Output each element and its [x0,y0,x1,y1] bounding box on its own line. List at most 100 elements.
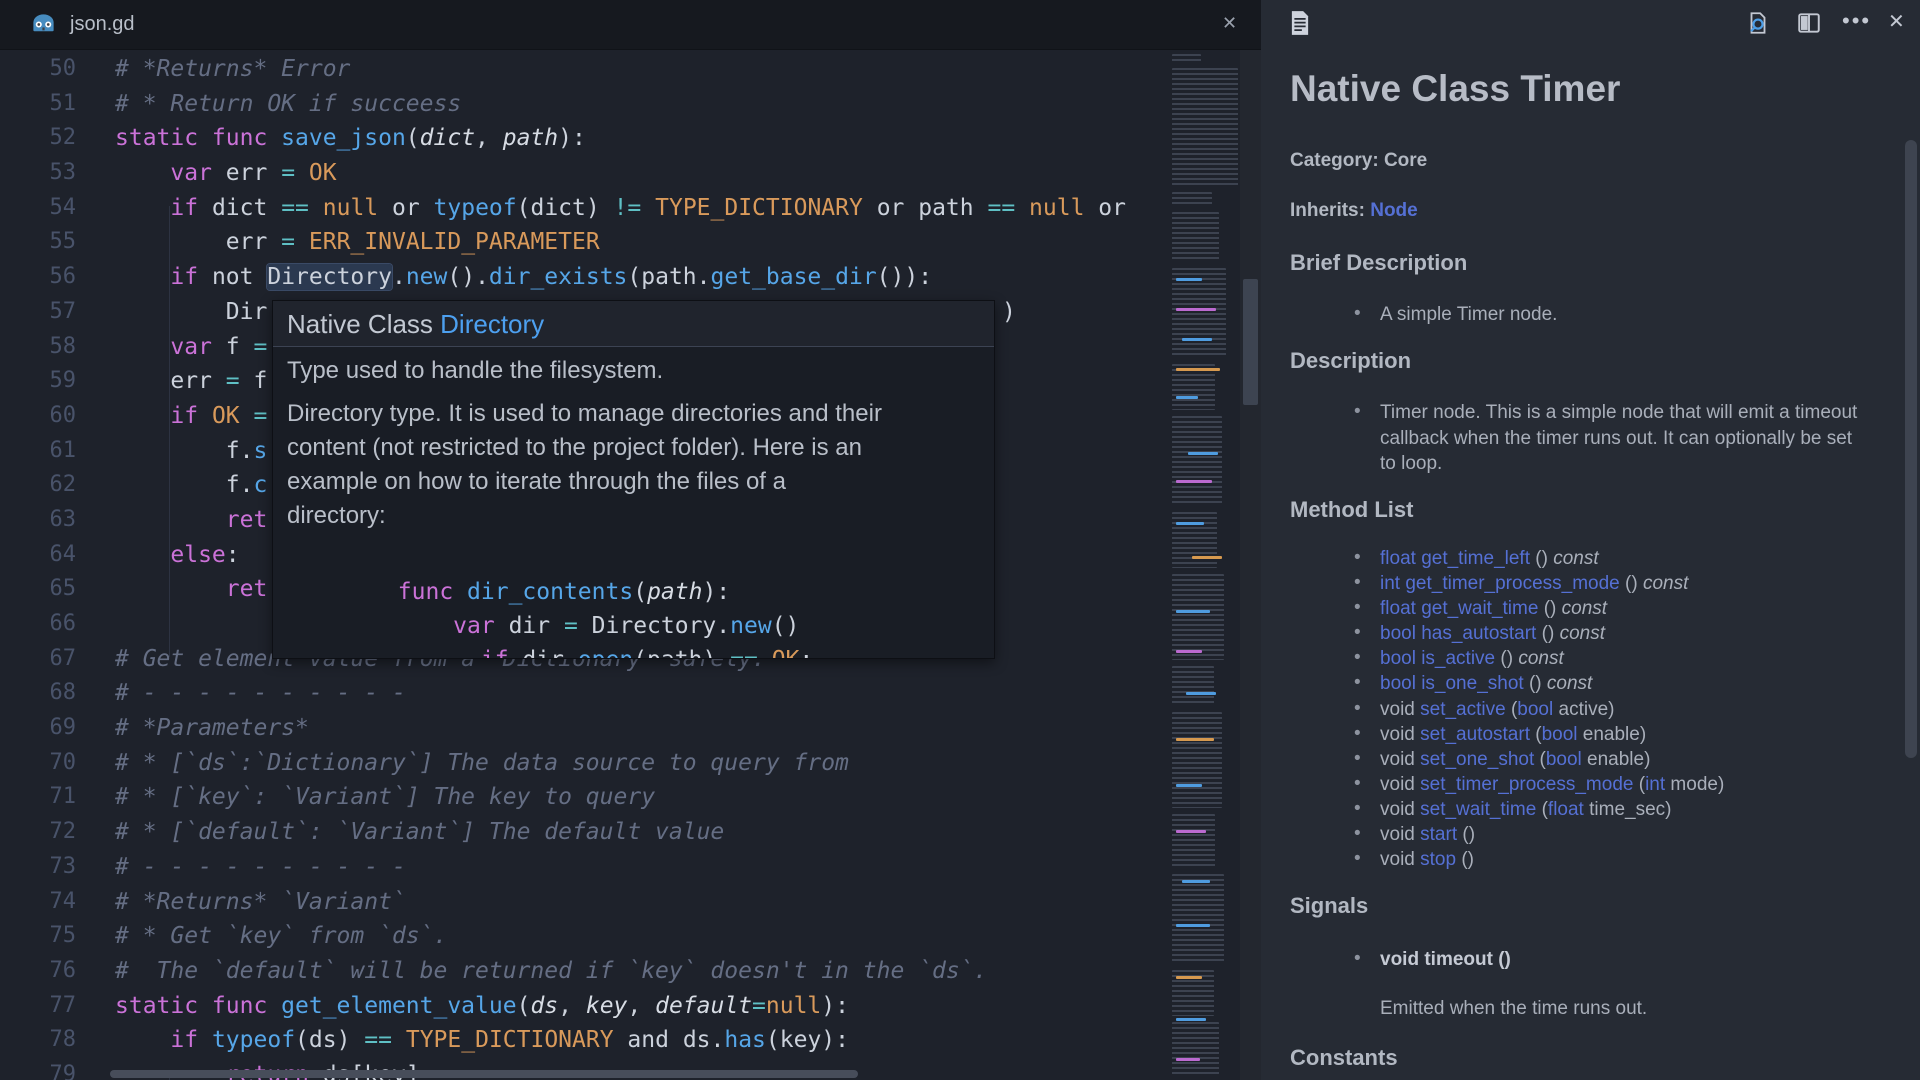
line-number: 75 [0,919,76,954]
godot-icon [30,11,57,38]
constants-heading: Constants [1290,1045,1398,1071]
doc-link[interactable]: float get_time_left [1380,548,1530,569]
panel-scrollbar[interactable] [1904,0,1918,1080]
line-number: 55 [0,225,76,260]
doc-link[interactable]: set_one_shot [1420,749,1534,770]
brief-description-heading: Brief Description [1290,250,1467,276]
editor-horizontal-scrollbar[interactable] [110,1070,858,1078]
line-number: 73 [0,850,76,885]
method-list-item: •void set_wait_time (float time_sec) [1354,797,1724,822]
method-list-item: •int get_timer_process_mode () const [1354,571,1724,596]
vertical-scrollbar-thumb[interactable] [1243,279,1258,405]
split-view-icon[interactable] [1796,10,1822,36]
bullet-icon: • [1354,595,1361,620]
doc-link[interactable]: float get_wait_time [1380,598,1538,619]
code-line[interactable]: 71# * [`key`: `Variant`] The key to quer… [0,780,1168,815]
line-number: 74 [0,885,76,920]
method-list-item: •float get_wait_time () const [1354,596,1724,621]
signal-description: Emitted when the time runs out. [1380,998,1647,1020]
tooltip-code-line: if dir.open(path) == OK: [287,643,813,659]
doc-link[interactable]: set_timer_process_mode [1420,774,1633,795]
doc-category: Category: Core [1290,150,1427,172]
editor-vertical-scrollbar[interactable] [1240,50,1261,1080]
doc-link[interactable]: set_active [1420,699,1506,720]
code-line[interactable]: 68# - - - - - - - - - - [0,676,1168,711]
doc-link[interactable]: int [1645,774,1665,795]
bullet-icon: • [1354,846,1361,871]
line-number: 60 [0,399,76,434]
search-in-docs-icon[interactable] [1745,10,1771,36]
more-options-icon[interactable]: ••• [1842,8,1871,34]
hover-tooltip-directory: Native Class Directory Type used to hand… [272,300,995,659]
line-number: 53 [0,156,76,191]
tab-close-icon[interactable]: ✕ [1222,13,1237,34]
tooltip-title: Native Class Directory [273,301,994,347]
line-number: 76 [0,954,76,989]
code-line[interactable]: 78 if typeof(ds) == TYPE_DICTIONARY and … [0,1023,1168,1058]
method-list: •float get_time_left () const•int get_ti… [1354,546,1724,872]
line-number: 62 [0,468,76,503]
doc-link[interactable]: set_wait_time [1420,799,1536,820]
code-line[interactable]: 72# * [`default`: `Variant`] The default… [0,815,1168,850]
doc-link[interactable]: bool has_autostart [1380,623,1536,644]
directory-class-link[interactable]: Directory [440,309,544,339]
text-line: directory: [287,499,882,533]
code-line[interactable]: 75# * Get `key` from `ds`. [0,919,1168,954]
line-number: 61 [0,434,76,469]
doc-link[interactable]: float [1548,799,1584,820]
bullet-icon: • [1354,399,1361,425]
code-line[interactable]: 74# *Returns* `Variant` [0,885,1168,920]
code-line[interactable]: 69# *Parameters* [0,711,1168,746]
bullet-icon: • [1354,721,1361,746]
bullet-icon: • [1354,570,1361,595]
code-line[interactable]: 53 var err = OK [0,156,1168,191]
description-item: • Timer node. This is a simple node that… [1354,400,1857,477]
doc-link[interactable]: bool [1542,724,1578,745]
doc-link[interactable]: start [1420,824,1457,845]
editor-tab-bar: json.gd ✕ [0,0,1261,50]
code-line[interactable]: 50# *Returns* Error [0,52,1168,87]
code-line[interactable]: 70# * [`ds`:`Dictionary`] The data sourc… [0,746,1168,781]
bullet-icon: • [1354,301,1361,327]
line-number: 79 [0,1058,76,1080]
bullet-icon: • [1354,746,1361,771]
brief-item: • A simple Timer node. [1354,302,1557,328]
doc-title: Native Class Timer [1290,68,1620,110]
godot-script-editor-window: json.gd ✕ 50# *Returns* Error51# * Retur… [0,0,1920,1080]
panel-close-icon[interactable]: ✕ [1888,9,1905,35]
code-line[interactable]: 76# The `default` will be returned if `k… [0,954,1168,989]
inherits-node-link[interactable]: Node [1370,200,1418,221]
doc-link[interactable]: bool [1546,749,1582,770]
code-line[interactable]: 55 err = ERR_INVALID_PARAMETER [0,225,1168,260]
code-line[interactable]: 52static func save_json(dict, path): [0,121,1168,156]
text-line: callback when the timer runs out. It can… [1380,426,1857,452]
code-line[interactable]: 54 if dict == null or typeof(dict) != TY… [0,191,1168,226]
tab-json-gd[interactable]: json.gd [30,0,135,49]
line-number: 68 [0,676,76,711]
doc-link[interactable]: stop [1420,849,1456,870]
bullet-icon: • [1354,821,1361,846]
line-number: 65 [0,572,76,607]
bullet-icon: • [1354,696,1361,721]
line-number: 70 [0,746,76,781]
minimap[interactable] [1168,50,1240,1080]
bullet-icon: • [1354,946,1361,972]
bullet-icon: • [1354,670,1361,695]
code-line[interactable]: 56 if not Directory.new().dir_exists(pat… [0,260,1168,295]
text-line: Timer node. This is a simple node that w… [1380,400,1857,426]
method-list-heading: Method List [1290,497,1413,523]
code-line[interactable]: 77static func get_element_value(ds, key,… [0,989,1168,1024]
panel-scrollbar-thumb[interactable] [1905,140,1917,758]
code-line[interactable]: 73# - - - - - - - - - - [0,850,1168,885]
line-number: 63 [0,503,76,538]
document-icon [1290,10,1310,36]
line-number: 71 [0,780,76,815]
doc-link[interactable]: bool is_one_shot [1380,673,1524,694]
doc-link[interactable]: int get_timer_process_mode [1380,573,1620,594]
doc-link[interactable]: set_autostart [1420,724,1530,745]
bullet-icon: • [1354,771,1361,796]
code-line[interactable]: 51# * Return OK if succeess [0,87,1168,122]
method-list-item: •void start () [1354,822,1724,847]
doc-link[interactable]: bool is_active [1380,648,1495,669]
doc-link[interactable]: bool [1517,699,1553,720]
